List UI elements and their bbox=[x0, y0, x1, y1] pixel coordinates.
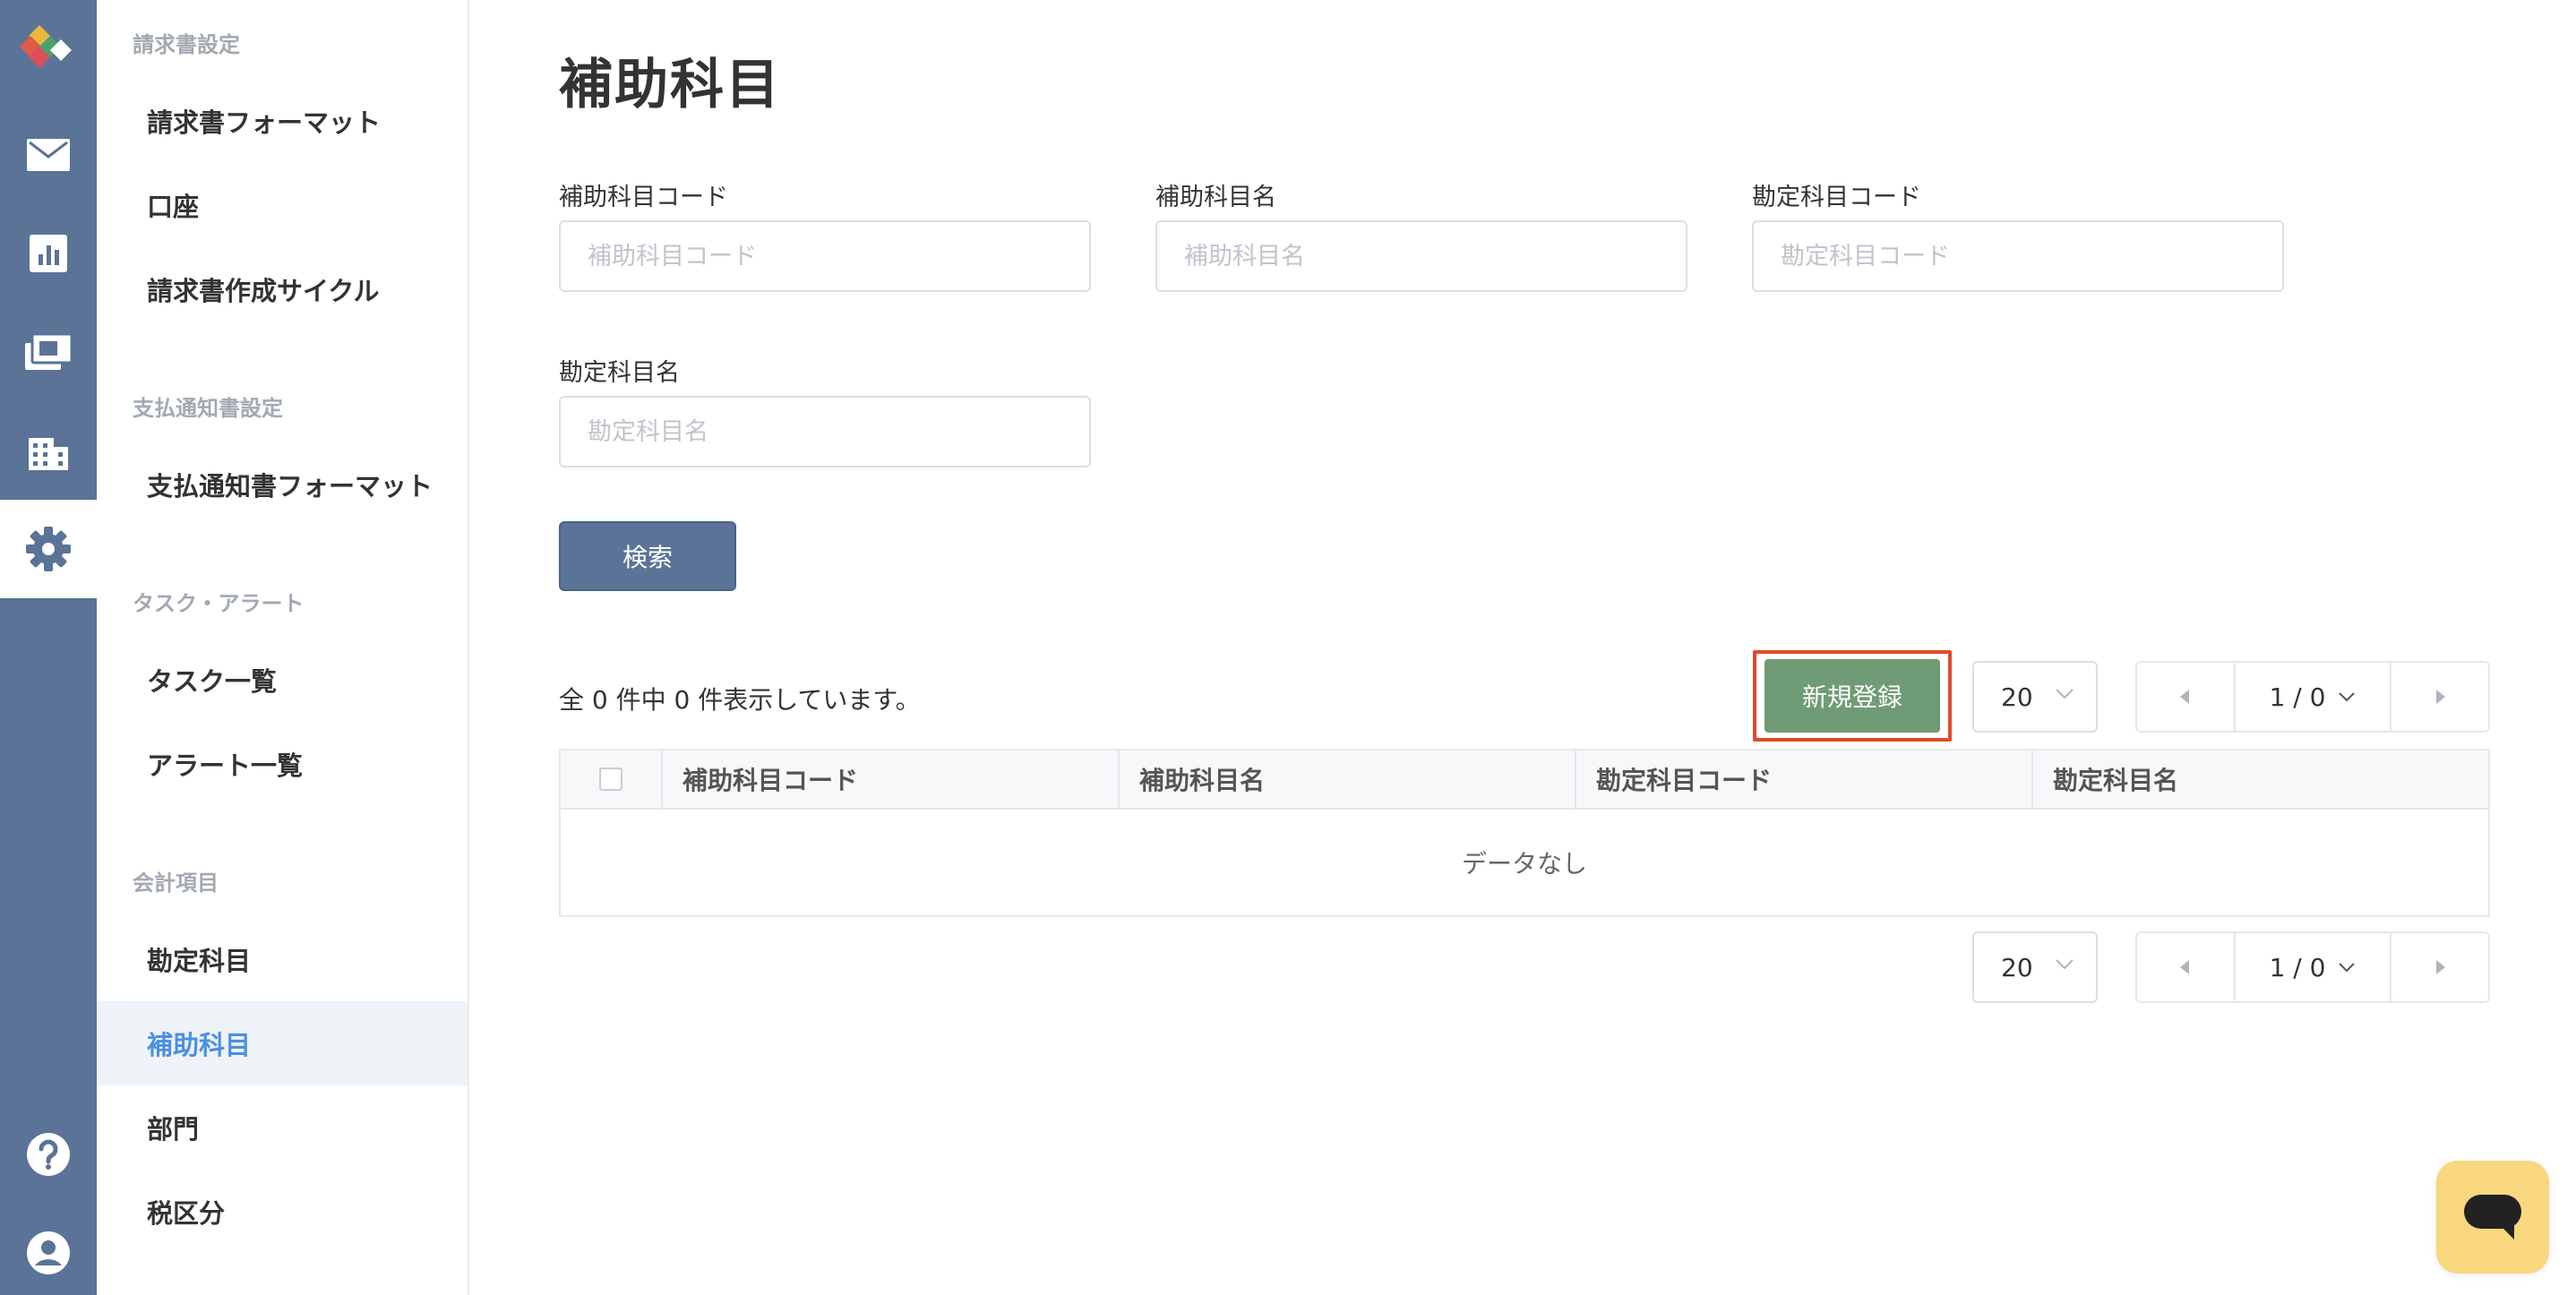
main-content: 補助科目 補助科目コード 補助科目名 勘定科目コード 勘定科目名 検索 全 0 … bbox=[469, 0, 2576, 1295]
sidebar-item-payment-notice-format[interactable]: 支払通知書フォーマット bbox=[97, 442, 468, 527]
rail-item-account[interactable] bbox=[0, 1204, 97, 1295]
caret-left-icon bbox=[2180, 960, 2189, 974]
caret-right-icon bbox=[2436, 960, 2445, 974]
next-page-button[interactable] bbox=[2391, 933, 2488, 1001]
page-title: 補助科目 bbox=[559, 54, 781, 116]
column-header-sub-account-code[interactable]: 補助科目コード bbox=[661, 750, 1118, 808]
page-indicator-select[interactable]: 1 / 0 bbox=[2234, 933, 2391, 1001]
account-name-label: 勘定科目名 bbox=[559, 359, 680, 387]
pager-top: 1 / 0 bbox=[2135, 661, 2490, 733]
rail-item-mail[interactable] bbox=[0, 106, 97, 204]
select-all-cell bbox=[561, 750, 661, 808]
invoice-icon bbox=[25, 334, 72, 370]
gear-icon bbox=[26, 527, 71, 571]
sidebar-item-task-list[interactable]: タスク一覧 bbox=[97, 638, 468, 722]
new-registration-button[interactable]: 新規登録 bbox=[1765, 659, 1940, 733]
sub-account-code-label: 補助科目コード bbox=[559, 184, 728, 211]
next-page-button[interactable] bbox=[2391, 663, 2488, 731]
page-size-value: 20 bbox=[2001, 952, 2033, 982]
sidebar-item-alert-list[interactable]: アラート一覧 bbox=[97, 722, 468, 806]
column-header-account-name[interactable]: 勘定科目名 bbox=[2031, 750, 2488, 808]
sub-account-name-input[interactable] bbox=[1155, 220, 1687, 292]
sub-account-code-input[interactable] bbox=[559, 220, 1091, 292]
chevron-down-icon bbox=[2056, 689, 2074, 699]
prev-page-button[interactable] bbox=[2137, 933, 2234, 1001]
building-icon bbox=[29, 438, 68, 470]
column-header-account-code[interactable]: 勘定科目コード bbox=[1575, 750, 2031, 808]
chart-icon bbox=[30, 235, 67, 272]
caret-right-icon bbox=[2436, 690, 2445, 704]
page-indicator: 1 / 0 bbox=[2269, 952, 2326, 982]
sidebar-item-invoice-cycle[interactable]: 請求書作成サイクル bbox=[97, 247, 468, 331]
sub-accounts-table: 補助科目コード 補助科目名 勘定科目コード 勘定科目名 データなし bbox=[559, 749, 2490, 917]
sidebar-item-tax-categories[interactable]: 税区分 bbox=[97, 1170, 468, 1254]
sidebar-item-departments[interactable]: 部門 bbox=[97, 1085, 468, 1170]
sidebar-section-payment-notice-settings: 支払通知書設定 bbox=[133, 396, 283, 421]
account-code-label: 勘定科目コード bbox=[1752, 184, 1921, 211]
sidebar-section-accounting: 会計項目 bbox=[133, 870, 219, 896]
pager-bottom: 1 / 0 bbox=[2135, 931, 2490, 1003]
chevron-down-icon bbox=[2056, 959, 2074, 970]
page-size-value: 20 bbox=[2001, 682, 2033, 712]
chat-icon bbox=[2464, 1195, 2521, 1239]
result-count-text: 全 0 件中 0 件表示しています。 bbox=[559, 685, 921, 715]
sidebar-item-bank-account[interactable]: 口座 bbox=[97, 163, 468, 247]
chat-widget-button[interactable] bbox=[2436, 1161, 2549, 1274]
app-logo[interactable] bbox=[20, 25, 77, 77]
rail-item-analytics[interactable] bbox=[0, 204, 97, 303]
page-indicator: 1 / 0 bbox=[2269, 682, 2326, 712]
account-icon bbox=[27, 1231, 70, 1274]
page-size-select-top[interactable]: 20 bbox=[1972, 661, 2098, 733]
rail-item-help[interactable] bbox=[0, 1105, 97, 1204]
sidebar-item-accounts[interactable]: 勘定科目 bbox=[97, 917, 468, 1001]
rail-item-companies[interactable] bbox=[0, 401, 97, 500]
caret-left-icon bbox=[2180, 690, 2189, 704]
sidebar-section-tasks-alerts: タスク・アラート bbox=[133, 591, 305, 616]
select-all-checkbox[interactable] bbox=[599, 768, 623, 791]
account-code-input[interactable] bbox=[1752, 220, 2284, 292]
page-size-select-bottom[interactable]: 20 bbox=[1972, 931, 2098, 1003]
sidebar-item-sub-accounts[interactable]: 補助科目 bbox=[97, 1001, 468, 1085]
page-indicator-select[interactable]: 1 / 0 bbox=[2234, 663, 2391, 731]
table-header: 補助科目コード 補助科目名 勘定科目コード 勘定科目名 bbox=[561, 750, 2488, 810]
mail-icon bbox=[27, 139, 70, 171]
prev-page-button[interactable] bbox=[2137, 663, 2234, 731]
rail-item-settings[interactable] bbox=[0, 500, 97, 598]
chevron-down-icon bbox=[2339, 963, 2356, 973]
column-header-sub-account-name[interactable]: 補助科目名 bbox=[1118, 750, 1575, 808]
chevron-down-icon bbox=[2339, 692, 2356, 702]
sidebar-section-invoice-settings: 請求書設定 bbox=[133, 32, 240, 57]
rail-item-invoices[interactable] bbox=[0, 303, 97, 401]
empty-state-text: データなし bbox=[1461, 849, 1587, 879]
settings-sidebar: 請求書設定 請求書フォーマット 口座 請求書作成サイクル 支払通知書設定 支払通… bbox=[97, 0, 469, 1295]
sidebar-item-invoice-format[interactable]: 請求書フォーマット bbox=[97, 79, 468, 163]
search-button[interactable]: 検索 bbox=[559, 521, 736, 591]
icon-rail bbox=[0, 0, 97, 1295]
help-icon bbox=[27, 1133, 70, 1176]
sub-account-name-label: 補助科目名 bbox=[1155, 184, 1276, 211]
account-name-input[interactable] bbox=[559, 396, 1091, 467]
